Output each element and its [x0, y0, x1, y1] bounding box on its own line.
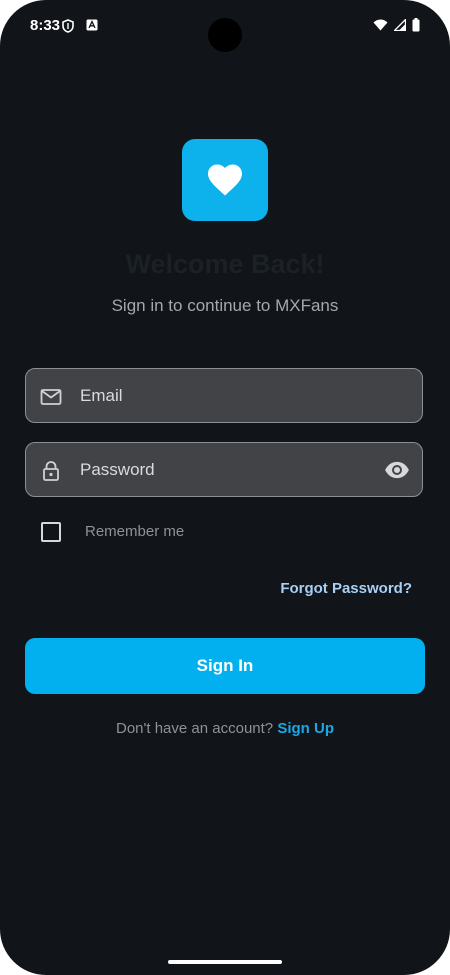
mail-icon — [40, 389, 62, 405]
status-left-icons — [62, 19, 98, 33]
page-title: Welcome Back! — [125, 249, 325, 279]
signup-prompt-row: Don't have an account? Sign Up — [0, 720, 450, 737]
status-right-icons — [373, 18, 420, 32]
forgot-password-link[interactable]: Forgot Password? — [280, 580, 412, 597]
signup-prompt-text: Don't have an account? — [116, 720, 274, 737]
phone-screen: 8:33 Welcome Back! Sign in to continue t… — [0, 0, 450, 975]
battery-icon — [412, 18, 420, 32]
status-bar: 8:33 — [0, 0, 450, 52]
cell-signal-icon — [394, 19, 406, 31]
status-time: 8:33 — [30, 17, 61, 34]
sign-up-link[interactable]: Sign Up — [277, 720, 334, 737]
heart-icon — [208, 164, 242, 196]
front-camera — [208, 18, 242, 52]
email-input[interactable] — [80, 369, 366, 422]
password-field[interactable] — [25, 442, 423, 497]
password-input[interactable] — [80, 443, 366, 496]
remember-me-label: Remember me — [85, 523, 185, 540]
email-field[interactable] — [25, 368, 423, 423]
sign-in-button[interactable]: Sign In — [25, 638, 425, 694]
home-indicator[interactable] — [168, 960, 282, 964]
wifi-icon — [373, 19, 388, 31]
page-subtitle: Sign in to continue to MXFans — [111, 296, 339, 315]
lock-icon — [43, 461, 59, 481]
app-notification-icon — [86, 19, 98, 31]
eye-icon[interactable] — [384, 457, 410, 483]
app-logo — [182, 139, 268, 221]
shield-icon — [62, 19, 74, 33]
remember-me-checkbox[interactable] — [41, 522, 61, 542]
